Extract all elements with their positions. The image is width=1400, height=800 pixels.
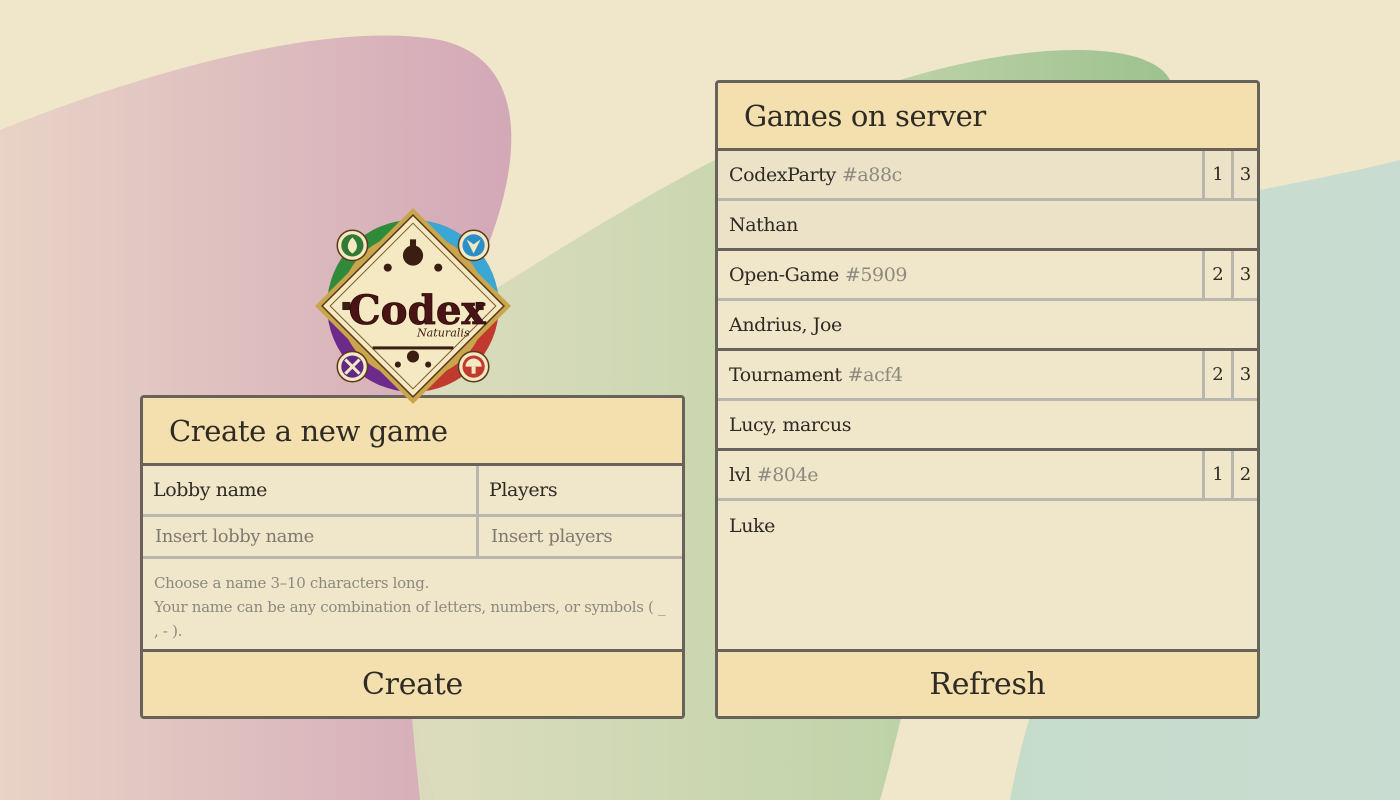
fungi-emblem xyxy=(457,350,490,383)
game-name: Open-Game #5909 xyxy=(718,251,1202,298)
max-players-count: 3 xyxy=(1231,251,1257,298)
plant-emblem xyxy=(336,229,369,262)
codex-naturalis-logo: Codex Naturalis xyxy=(315,208,511,404)
games-list-panel: Games on server CodexParty #a88c 1 3 Nat… xyxy=(715,80,1260,719)
current-players-count: 2 xyxy=(1202,351,1231,398)
game-entry[interactable]: lvl #804e 1 2 Luke xyxy=(718,451,1257,551)
game-id: #a88c xyxy=(841,163,902,186)
game-players: Andrius, Joe xyxy=(718,301,1257,351)
game-name-text: Tournament xyxy=(729,363,842,386)
game-name-text: CodexParty xyxy=(729,163,836,186)
players-label: Players xyxy=(489,479,558,501)
hint-length: Choose a name 3–10 characters long. xyxy=(154,574,430,592)
form-labels-row: Lobby name Players xyxy=(143,466,682,517)
games-title: Games on server xyxy=(718,83,1257,151)
name-hint: Choose a name 3–10 characters long. Your… xyxy=(143,559,682,643)
game-players: Nathan xyxy=(718,201,1257,251)
game-players: Luke xyxy=(729,515,776,537)
lobby-name-label: Lobby name xyxy=(143,466,479,514)
game-entry[interactable]: CodexParty #a88c 1 3 Nathan xyxy=(718,151,1257,251)
current-players-count: 2 xyxy=(1202,251,1231,298)
game-row[interactable]: lvl #804e 1 2 xyxy=(718,451,1257,501)
current-players-count: 1 xyxy=(1202,451,1231,498)
game-id: #804e xyxy=(756,463,819,486)
current-players-count: 1 xyxy=(1202,151,1231,198)
game-row[interactable]: CodexParty #a88c 1 3 xyxy=(718,151,1257,201)
max-players-count: 2 xyxy=(1231,451,1257,498)
hint-characters: Your name can be any combination of lett… xyxy=(154,598,666,640)
max-players-count: 3 xyxy=(1231,351,1257,398)
game-name: CodexParty #a88c xyxy=(718,151,1202,198)
players-cell xyxy=(479,517,682,556)
lobby-name-input[interactable] xyxy=(143,517,476,556)
refresh-button[interactable]: Refresh xyxy=(718,649,1257,716)
players-input[interactable] xyxy=(479,517,682,556)
svg-text:Naturalis: Naturalis xyxy=(416,326,470,339)
game-id: #5909 xyxy=(844,263,908,286)
game-entry[interactable]: Open-Game #5909 2 3 Andrius, Joe xyxy=(718,251,1257,351)
create-game-title: Create a new game xyxy=(143,398,682,466)
game-name-text: Open-Game xyxy=(729,263,839,286)
lobby-name-cell xyxy=(143,517,479,556)
animal-emblem xyxy=(457,229,490,262)
game-row[interactable]: Tournament #acf4 2 3 xyxy=(718,351,1257,401)
create-game-panel: Create a new game Lobby name Players Cho… xyxy=(140,395,685,719)
insect-emblem xyxy=(336,350,369,383)
game-players: Lucy, marcus xyxy=(718,401,1257,451)
game-row[interactable]: Open-Game #5909 2 3 xyxy=(718,251,1257,301)
game-name: Tournament #acf4 xyxy=(718,351,1202,398)
max-players-count: 3 xyxy=(1231,151,1257,198)
create-button[interactable]: Create xyxy=(143,649,682,716)
form-inputs-row xyxy=(143,517,682,559)
game-name-text: lvl xyxy=(729,463,751,486)
game-entry[interactable]: Tournament #acf4 2 3 Lucy, marcus xyxy=(718,351,1257,451)
game-name: lvl #804e xyxy=(718,451,1202,498)
game-id: #acf4 xyxy=(847,363,903,386)
